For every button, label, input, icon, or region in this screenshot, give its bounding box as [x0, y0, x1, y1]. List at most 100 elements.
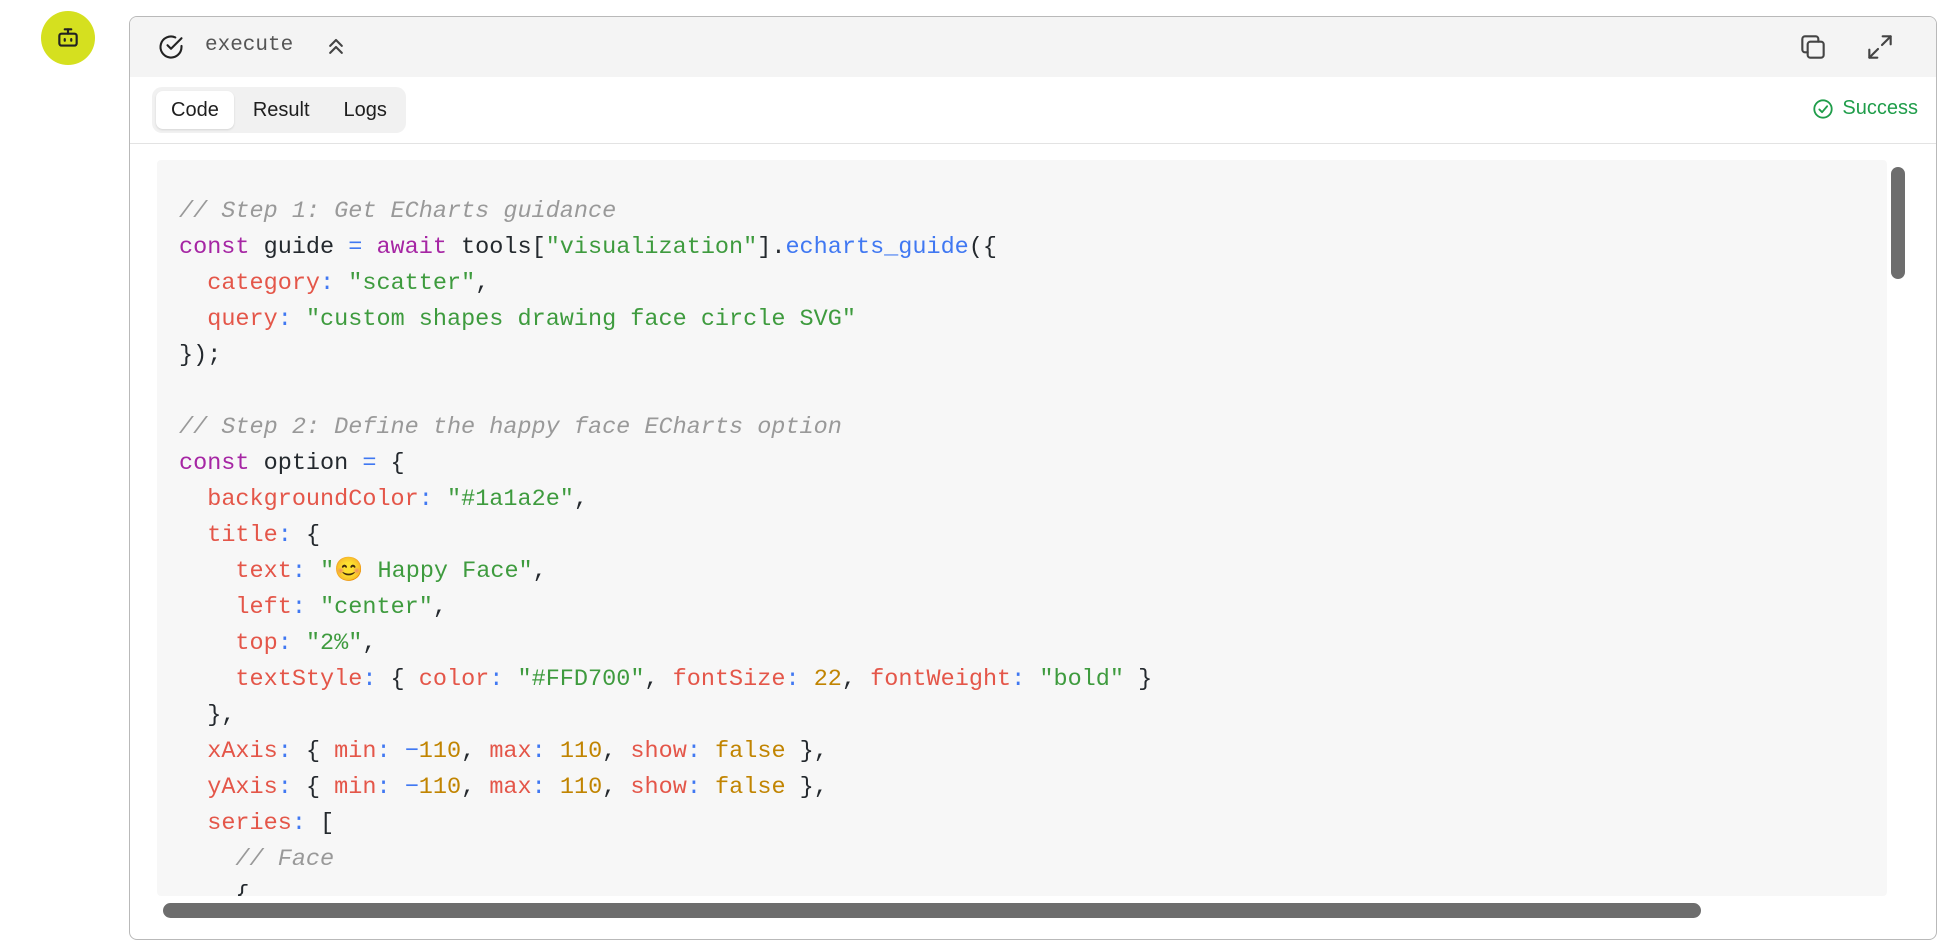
- code-token: :: [376, 738, 391, 765]
- tab-result[interactable]: Result: [238, 91, 325, 129]
- code-token: },: [179, 702, 236, 729]
- tab-code[interactable]: Code: [156, 91, 234, 129]
- code-token: :: [1011, 666, 1026, 693]
- code-token: fontSize: [672, 666, 786, 693]
- code-token: :: [531, 738, 546, 765]
- code-token: left: [235, 594, 292, 621]
- status-badge: Success: [1812, 97, 1918, 120]
- code-token: −: [404, 774, 419, 801]
- code-token: "#1a1a2e": [446, 486, 574, 513]
- code-view[interactable]: // Step 1: Get ECharts guidance const gui…: [157, 160, 1887, 896]
- code-token: {: [179, 882, 250, 896]
- code-token: :: [418, 486, 433, 513]
- code-token: top: [235, 630, 278, 657]
- code-token: 110: [418, 774, 462, 801]
- code-line: left: "center",: [179, 590, 1152, 626]
- vertical-scrollbar[interactable]: [1891, 167, 1905, 279]
- code-token: :: [686, 738, 701, 765]
- code-token: option: [249, 450, 363, 477]
- code-token: 110: [559, 774, 603, 801]
- code-token: show: [630, 774, 687, 801]
- code-token: backgroundColor: [207, 486, 419, 513]
- code-token: // Step 2: Define the happy face ECharts…: [179, 414, 842, 441]
- code-token: guide: [249, 234, 349, 261]
- assistant-avatar: [41, 11, 95, 65]
- code-token: });: [179, 342, 222, 369]
- code-token: max: [489, 774, 532, 801]
- code-token: title: [207, 522, 278, 549]
- code-token: category: [207, 270, 321, 297]
- code-token: {: [376, 666, 419, 693]
- code-token: false: [715, 738, 786, 765]
- code-token: yAxis: [207, 774, 278, 801]
- code-line: // Face: [179, 842, 1152, 878]
- code-line: const guide = await tools["visualization…: [179, 230, 1152, 266]
- code-line: backgroundColor: "#1a1a2e",: [179, 482, 1152, 518]
- code-token: const: [179, 450, 250, 477]
- code-token: ,: [644, 666, 673, 693]
- code-token: :: [277, 774, 292, 801]
- code-token: "2%": [305, 630, 363, 657]
- code-token: =: [362, 450, 377, 477]
- horizontal-scrollbar[interactable]: [163, 903, 1701, 918]
- code-token: :: [291, 810, 306, 837]
- code-line: // Step 2: Define the happy face ECharts…: [179, 410, 1152, 446]
- code-token: fontWeight: [870, 666, 1012, 693]
- code-line: series: [: [179, 806, 1152, 842]
- code-token: 110: [559, 738, 603, 765]
- code-token: series: [207, 810, 292, 837]
- copy-icon[interactable]: [1797, 31, 1829, 63]
- code-token: "scatter": [348, 270, 476, 297]
- code-line: top: "2%",: [179, 626, 1152, 662]
- code-token: "#FFD700": [517, 666, 645, 693]
- code-token: min: [334, 774, 377, 801]
- code-token: text: [235, 558, 292, 585]
- code-line: query: "custom shapes drawing face circl…: [179, 302, 1152, 338]
- code-token: // Step 1: Get ECharts guidance: [179, 198, 617, 225]
- code-token: },: [785, 738, 828, 765]
- code-token: 110: [418, 738, 462, 765]
- code-token: ,: [841, 666, 871, 693]
- code-token: {: [376, 450, 405, 477]
- expand-icon[interactable]: [1864, 31, 1896, 63]
- chevrons-up-icon[interactable]: [322, 33, 350, 61]
- code-token: ].: [757, 234, 786, 261]
- code-token: "center": [320, 594, 433, 621]
- code-token: await: [376, 234, 447, 261]
- code-line: text: "😊 Happy Face",: [179, 554, 1152, 590]
- code-token: "😊 Happy Face": [320, 558, 533, 585]
- tab-logs[interactable]: Logs: [329, 91, 402, 129]
- tool-name: execute: [205, 34, 294, 57]
- code-token: :: [277, 522, 292, 549]
- code-token: ,: [573, 486, 589, 513]
- code-token: },: [785, 774, 828, 801]
- code-token: {: [291, 774, 335, 801]
- tool-call-header[interactable]: execute: [130, 17, 1936, 77]
- code-line: yAxis: { min: −110, max: 110, show: fals…: [179, 770, 1152, 806]
- code-token: ({: [968, 234, 998, 261]
- code-token: :: [785, 666, 800, 693]
- code-token: :: [362, 666, 377, 693]
- code-token: =: [348, 234, 363, 261]
- code-token: :: [376, 774, 391, 801]
- code-line: xAxis: { min: −110, max: 110, show: fals…: [179, 734, 1152, 770]
- tabs-row: Code Result Logs Success: [130, 77, 1936, 144]
